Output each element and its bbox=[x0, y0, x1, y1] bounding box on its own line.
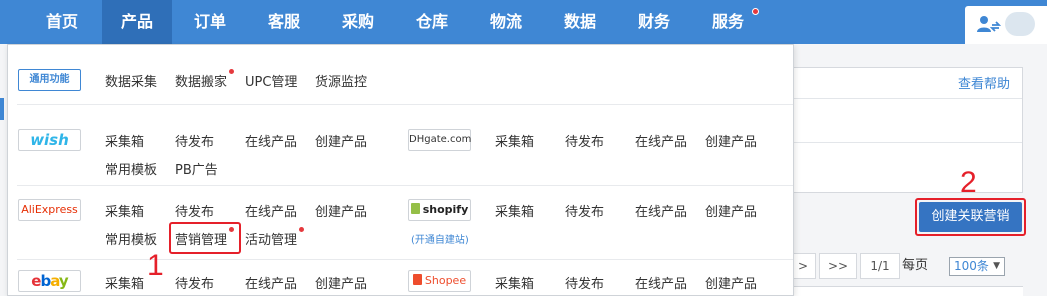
table-footer bbox=[790, 286, 1023, 296]
wish-link-pending[interactable]: 待发布 bbox=[175, 131, 214, 150]
last-page-button[interactable]: >> bbox=[819, 253, 857, 279]
ebay-link-online-products[interactable]: 在线产品 bbox=[245, 273, 297, 292]
shopee-link-collection-box[interactable]: 采集箱 bbox=[495, 273, 534, 292]
user-switch-icon[interactable] bbox=[977, 15, 1002, 37]
divider bbox=[791, 98, 1022, 99]
shopify-bag-icon bbox=[410, 203, 420, 214]
ebay-logo: ebay bbox=[18, 270, 81, 292]
nav-item-orders[interactable]: 订单 bbox=[175, 0, 245, 44]
nav-item-home[interactable]: 首页 bbox=[27, 0, 97, 44]
divider bbox=[17, 104, 793, 105]
wish-link-collection-box[interactable]: 采集箱 bbox=[105, 131, 144, 150]
help-link[interactable]: 查看帮助 bbox=[958, 73, 1010, 92]
nav-item-warehouse[interactable]: 仓库 bbox=[397, 0, 467, 44]
highlight-box-1 bbox=[169, 222, 241, 254]
shopify-link-online-products[interactable]: 在线产品 bbox=[635, 201, 687, 220]
shopee-logo-text: Shopee bbox=[424, 274, 467, 287]
create-related-marketing-button[interactable]: 创建关联营销 bbox=[919, 202, 1022, 232]
shopee-link-pending[interactable]: 待发布 bbox=[565, 273, 604, 292]
menu-link-data-collection[interactable]: 数据采集 bbox=[105, 71, 157, 90]
ebay-logo-a: a bbox=[50, 272, 60, 290]
per-page-value: 100条 bbox=[954, 259, 989, 273]
annotation-number-1: 1 bbox=[147, 249, 164, 282]
ebay-link-create-product[interactable]: 创建产品 bbox=[315, 273, 367, 292]
nav-item-logistics[interactable]: 物流 bbox=[471, 0, 541, 44]
ali-link-online-products[interactable]: 在线产品 bbox=[245, 201, 297, 220]
dhgate-link-pending[interactable]: 待发布 bbox=[565, 131, 604, 150]
shopee-logo: Shopee bbox=[408, 270, 471, 292]
new-dot bbox=[299, 227, 304, 232]
help-panel: 查看帮助 bbox=[790, 67, 1023, 193]
ebay-link-pending[interactable]: 待发布 bbox=[175, 273, 214, 292]
dhgate-link-online-products[interactable]: 在线产品 bbox=[635, 131, 687, 150]
common-functions-logo: 通用功能 bbox=[18, 69, 81, 91]
aliexpress-logo: AliExpress bbox=[18, 199, 81, 221]
menu-link-data-migration[interactable]: 数据搬家 bbox=[175, 71, 227, 90]
wish-link-templates[interactable]: 常用模板 bbox=[105, 159, 157, 178]
shopee-bag-icon bbox=[412, 274, 422, 285]
shopify-link-pending[interactable]: 待发布 bbox=[565, 201, 604, 220]
divider bbox=[791, 142, 1022, 143]
nav-item-products[interactable]: 产品 bbox=[102, 0, 172, 44]
nav-item-customer-service[interactable]: 客服 bbox=[249, 0, 319, 44]
wish-link-create-product[interactable]: 创建产品 bbox=[315, 131, 367, 150]
dhgate-link-create-product[interactable]: 创建产品 bbox=[705, 131, 757, 150]
user-area[interactable] bbox=[965, 6, 1047, 44]
aliexpress-logo-text: AliExpress bbox=[21, 203, 78, 216]
menu-link-upc-management[interactable]: UPC管理 bbox=[245, 71, 297, 90]
menu-link-source-monitoring[interactable]: 货源监控 bbox=[315, 71, 367, 90]
wish-link-online-products[interactable]: 在线产品 bbox=[245, 131, 297, 150]
nav-item-data[interactable]: 数据 bbox=[545, 0, 615, 44]
divider bbox=[17, 185, 793, 186]
shopify-link-create-product[interactable]: 创建产品 bbox=[705, 201, 757, 220]
shopee-link-online-products[interactable]: 在线产品 bbox=[635, 273, 687, 292]
products-dropdown: 通用功能 数据采集 数据搬家 UPC管理 货源监控 wish 采集箱 待发布 在… bbox=[7, 44, 794, 296]
ali-link-templates[interactable]: 常用模板 bbox=[105, 229, 157, 248]
ebay-logo-b: b bbox=[40, 272, 51, 290]
caret-down-icon: ▼ bbox=[993, 261, 1000, 271]
per-page-label: 每页 bbox=[902, 258, 929, 273]
new-dot bbox=[229, 69, 234, 74]
shopify-link-collection-box[interactable]: 采集箱 bbox=[495, 201, 534, 220]
common-functions-label: 通用功能 bbox=[29, 74, 70, 85]
ali-link-activity-management[interactable]: 活动管理 bbox=[245, 229, 297, 248]
avatar[interactable] bbox=[1005, 12, 1035, 36]
ali-link-create-product[interactable]: 创建产品 bbox=[315, 201, 367, 220]
left-indicator bbox=[0, 98, 4, 120]
ebay-logo-y: y bbox=[58, 272, 69, 290]
nav-item-purchasing[interactable]: 采购 bbox=[323, 0, 393, 44]
wish-logo-text: wish bbox=[30, 131, 69, 149]
nav-item-services[interactable]: 服务 bbox=[693, 0, 763, 44]
divider bbox=[17, 259, 793, 260]
page-indicator: 1/1 bbox=[860, 253, 900, 279]
top-nav: 首页 产品 订单 客服 采购 仓库 物流 数据 财务 服务 bbox=[0, 0, 1047, 44]
shopify-logo: shopify bbox=[408, 199, 471, 221]
per-page-select[interactable]: 100条 ▼ bbox=[949, 257, 1005, 276]
wish-logo: wish bbox=[18, 129, 81, 151]
annotation-number-2: 2 bbox=[960, 166, 977, 199]
ali-link-pending[interactable]: 待发布 bbox=[175, 201, 214, 220]
dhgate-logo-text: DHgate.com bbox=[409, 134, 472, 145]
shopee-link-create-product[interactable]: 创建产品 bbox=[705, 273, 757, 292]
notification-dot bbox=[752, 8, 759, 15]
ebay-link-collection-box[interactable]: 采集箱 bbox=[105, 273, 144, 292]
dhgate-link-collection-box[interactable]: 采集箱 bbox=[495, 131, 534, 150]
shopify-open-store-link[interactable]: (开通自建站) bbox=[411, 231, 469, 246]
nav-item-finance[interactable]: 财务 bbox=[619, 0, 689, 44]
shopify-logo-text: shopify bbox=[422, 203, 469, 216]
dhgate-logo: DHgate.com bbox=[408, 129, 471, 151]
wish-link-pb-ads[interactable]: PB广告 bbox=[175, 159, 218, 178]
ali-link-collection-box[interactable]: 采集箱 bbox=[105, 201, 144, 220]
